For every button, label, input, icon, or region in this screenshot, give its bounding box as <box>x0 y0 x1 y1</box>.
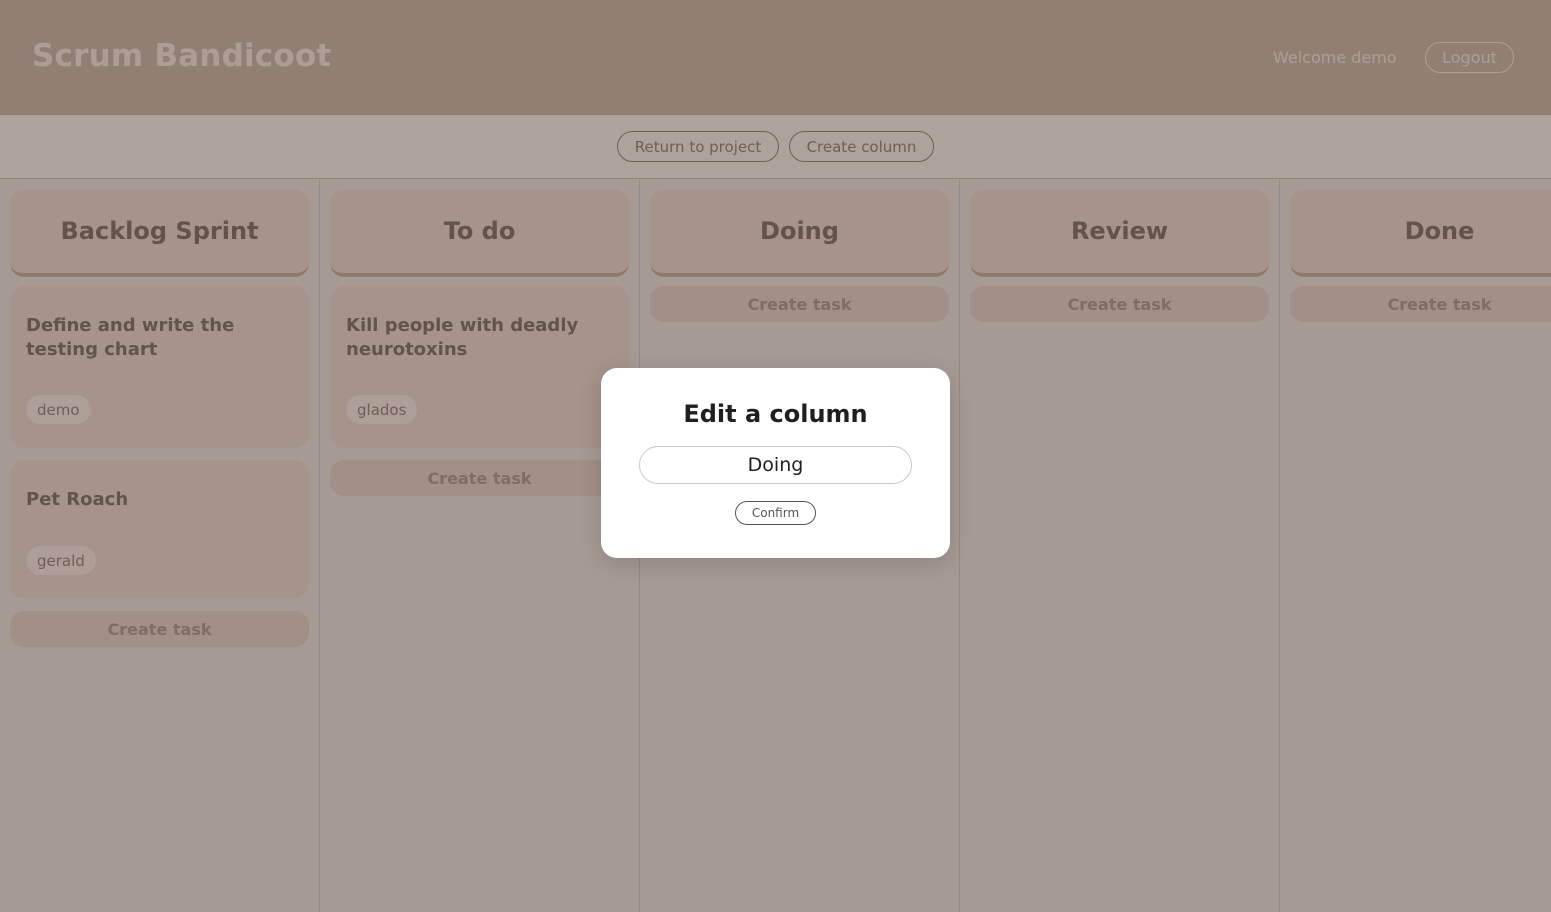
modal-title: Edit a column <box>683 400 868 428</box>
confirm-button[interactable]: Confirm <box>735 501 816 525</box>
edit-column-modal: Edit a column Confirm <box>601 368 950 558</box>
column-name-input[interactable] <box>639 446 912 484</box>
